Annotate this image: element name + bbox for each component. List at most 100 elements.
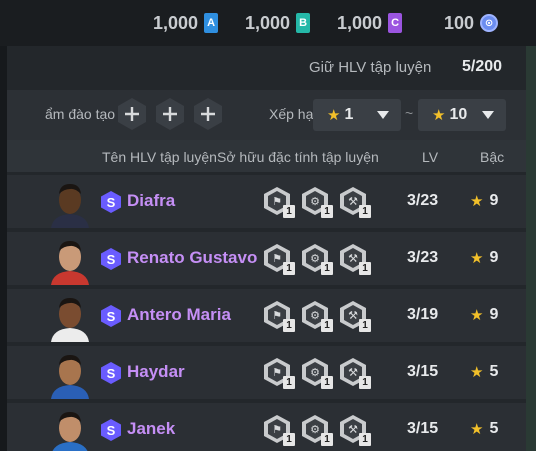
coach-level: 3/23 (407, 192, 439, 209)
plus-icon (194, 98, 222, 130)
training-trait-icon[interactable]: ⚙ 1 (300, 186, 333, 218)
trait-level: 1 (321, 262, 333, 275)
coach-row[interactable]: S Diafra ⚑ 1 ⚙ 1 ⚒ 1 3/23 ★ 9 (7, 175, 526, 228)
training-trait-icon[interactable]: ⚙ 1 (300, 300, 333, 332)
training-trait-icon[interactable]: ⚑ 1 (262, 243, 295, 275)
svg-text:⚒: ⚒ (348, 195, 358, 208)
currency-coin: 100 ⊙ (444, 12, 499, 34)
filter-bar: ẩm đào tạo Xếp hạ ★ 1 ~ ★ 10 (7, 90, 526, 140)
training-filter-label: ẩm đào tạo (45, 106, 116, 122)
svg-text:⚙: ⚙ (310, 195, 320, 208)
training-trait-icon[interactable]: ⚑ 1 (262, 357, 295, 389)
training-trait-icon[interactable]: ⚒ 1 (338, 243, 371, 275)
coach-grade-value: 5 (489, 363, 499, 380)
hold-row: Giữ HLV tập luyện 5/200 (7, 46, 526, 90)
svg-text:S: S (107, 366, 116, 381)
svg-text:⚙: ⚙ (310, 252, 320, 265)
svg-text:⚙: ⚙ (310, 423, 320, 436)
coach-row[interactable]: S Renato Gustavo ⚑ 1 ⚙ 1 ⚒ 1 3/23 ★ 9 (7, 232, 526, 285)
trait-level: 1 (359, 319, 371, 332)
trait-level: 1 (321, 376, 333, 389)
trait-level: 1 (321, 205, 333, 218)
trait-level: 1 (283, 319, 295, 332)
rank-to-value: 10 (449, 106, 468, 123)
add-filter-button-1[interactable] (115, 97, 149, 131)
rank-to-select[interactable]: ★ 10 (418, 99, 506, 131)
svg-text:⚑: ⚑ (272, 195, 282, 208)
add-filter-button-2[interactable] (153, 97, 187, 131)
ticket-a-icon: A (204, 13, 219, 33)
svg-text:⚒: ⚒ (348, 366, 358, 379)
svg-text:⚒: ⚒ (348, 252, 358, 265)
trait-level: 1 (359, 433, 371, 446)
star-icon: ★ (432, 107, 446, 124)
coach-name: Diafra (127, 191, 176, 210)
rank-label: Xếp hạ (269, 106, 314, 122)
training-trait-icon[interactable]: ⚑ 1 (262, 300, 295, 332)
coach-level: 3/23 (407, 249, 439, 266)
svg-text:⚑: ⚑ (272, 366, 282, 379)
rank-from-value: 1 (344, 106, 354, 123)
rarity-badge-icon: S (101, 191, 121, 213)
training-trait-icon[interactable]: ⚒ 1 (338, 357, 371, 389)
rarity-badge-icon: S (101, 419, 121, 441)
training-trait-icon[interactable]: ⚙ 1 (300, 243, 333, 275)
trait-level: 1 (283, 376, 295, 389)
star-icon: ★ (470, 250, 484, 267)
coach-row[interactable]: S Haydar ⚑ 1 ⚙ 1 ⚒ 1 3/15 ★ 5 (7, 346, 526, 399)
coach-grade-value: 5 (489, 420, 499, 437)
training-trait-icon[interactable]: ⚙ 1 (300, 414, 333, 446)
coach-level: 3/15 (407, 420, 439, 437)
rank-from-select[interactable]: ★ 1 (313, 99, 401, 131)
svg-text:S: S (107, 252, 116, 267)
coach-grade-value: 9 (489, 249, 499, 266)
chevron-down-icon (377, 111, 389, 119)
training-trait-icon[interactable]: ⚑ 1 (262, 414, 295, 446)
training-trait-icon[interactable]: ⚙ 1 (300, 357, 333, 389)
coach-name: Antero Maria (127, 305, 231, 324)
coach-grade: ★ 9 (470, 249, 498, 267)
col-name: Tên HLV tập luyện (102, 149, 217, 165)
coach-level: 3/15 (407, 363, 439, 380)
coach-grade-value: 9 (489, 192, 499, 209)
table-header: Tên HLV tập luyện Sở hữu đặc tính tập lu… (7, 140, 526, 172)
star-icon: ★ (470, 193, 484, 210)
coach-grade: ★ 5 (470, 363, 498, 381)
hold-count: 5/200 (462, 58, 503, 75)
currency-bar: 1,000 A 1,000 B 1,000 C 100 ⊙ (0, 0, 536, 46)
coach-name: Haydar (127, 362, 185, 381)
coach-name: Renato Gustavo (127, 248, 258, 267)
avatar (47, 179, 93, 228)
coach-level: 3/19 (407, 306, 439, 323)
training-trait-icon[interactable]: ⚒ 1 (338, 186, 371, 218)
svg-text:⚙: ⚙ (310, 309, 320, 322)
plus-icon (118, 98, 146, 130)
svg-text:S: S (107, 423, 116, 438)
training-trait-icon[interactable]: ⚒ 1 (338, 300, 371, 332)
avatar (47, 236, 93, 285)
svg-text:⚑: ⚑ (272, 423, 282, 436)
coach-name: Janek (127, 419, 176, 438)
range-separator: ~ (405, 105, 414, 121)
currency-a: 1,000 A (153, 12, 219, 34)
trait-level: 1 (283, 205, 295, 218)
currency-b: 1,000 B (245, 12, 311, 34)
add-filter-button-3[interactable] (191, 97, 225, 131)
trait-level: 1 (359, 205, 371, 218)
svg-text:S: S (107, 309, 116, 324)
star-icon: ★ (327, 107, 341, 124)
col-lv: LV (422, 149, 439, 165)
svg-text:S: S (107, 195, 116, 210)
trait-level: 1 (283, 262, 295, 275)
coach-grade: ★ 9 (470, 306, 498, 324)
training-trait-icon[interactable]: ⚒ 1 (338, 414, 371, 446)
svg-text:⚑: ⚑ (272, 309, 282, 322)
training-trait-icon[interactable]: ⚑ 1 (262, 186, 295, 218)
svg-text:⚙: ⚙ (310, 366, 320, 379)
coach-row[interactable]: S Antero Maria ⚑ 1 ⚙ 1 ⚒ 1 3/19 ★ 9 (7, 289, 526, 342)
svg-text:⚒: ⚒ (348, 309, 358, 322)
right-edge (526, 46, 536, 451)
chevron-down-icon (482, 111, 494, 119)
coach-row[interactable]: S Janek ⚑ 1 ⚙ 1 ⚒ 1 3/15 ★ 5 (7, 403, 526, 451)
currency-c: 1,000 C (337, 12, 403, 34)
